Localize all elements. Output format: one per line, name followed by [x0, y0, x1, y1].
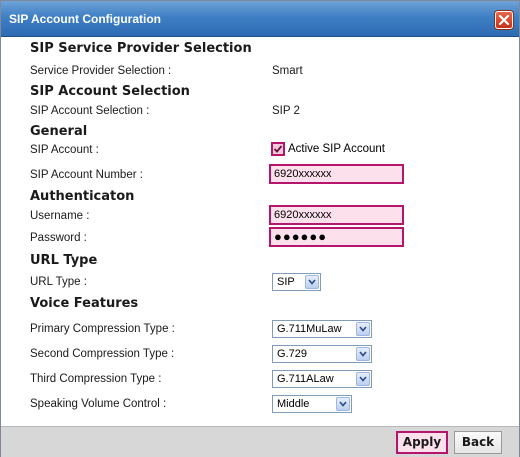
third-compression-label: Third Compression Type : [30, 373, 162, 385]
sip-account-number-label: SIP Account Number : [30, 169, 143, 181]
speaking-volume-dropdown-button[interactable] [336, 397, 350, 411]
chevron-down-icon [359, 351, 367, 357]
section-auth-title: Authenticaton [30, 189, 135, 204]
sip-account-label: SIP Account : [30, 144, 99, 156]
second-compression-label: Second Compression Type : [30, 348, 175, 360]
speaking-volume-label: Speaking Volume Control : [30, 398, 167, 410]
form-content: SIP Service Provider Selection Service P… [1, 38, 519, 426]
password-input[interactable]: ●●●●●● [269, 227, 404, 247]
third-compression-dropdown-button[interactable] [356, 372, 370, 386]
url-type-dropdown-button[interactable] [305, 275, 319, 289]
primary-compression-label: Primary Compression Type : [30, 323, 175, 335]
section-url-title: URL Type [30, 253, 98, 268]
third-compression-value: G.711ALaw [277, 373, 334, 385]
url-type-label: URL Type : [30, 276, 87, 288]
second-compression-value: G.729 [277, 348, 307, 360]
account-selection-label: SIP Account Selection : [30, 105, 150, 117]
provider-label: Service Provider Selection : [30, 65, 172, 77]
back-button[interactable]: Back [454, 431, 502, 454]
chevron-down-icon [359, 376, 367, 382]
active-sip-account-checkbox[interactable] [271, 142, 285, 156]
url-type-value: SIP [277, 276, 295, 288]
second-compression-dropdown-button[interactable] [356, 347, 370, 361]
dialog-footer: Apply Back [1, 426, 519, 457]
url-type-select[interactable]: SIP [272, 273, 321, 291]
chevron-down-icon [359, 326, 367, 332]
apply-button[interactable]: Apply [396, 431, 448, 454]
section-account-title: SIP Account Selection [30, 84, 190, 99]
window-title: SIP Account Configuration [9, 12, 161, 26]
primary-compression-dropdown-button[interactable] [356, 322, 370, 336]
sip-account-number-input[interactable]: 6920xxxxxx [269, 164, 404, 184]
provider-value: Smart [272, 65, 303, 77]
check-icon [273, 145, 283, 153]
account-selection-value: SIP 2 [272, 105, 300, 117]
second-compression-select[interactable]: G.729 [272, 345, 372, 363]
username-label: Username : [30, 210, 90, 222]
section-provider-title: SIP Service Provider Selection [30, 41, 252, 56]
speaking-volume-value: Middle [277, 398, 310, 410]
chevron-down-icon [339, 401, 347, 407]
close-icon [498, 14, 510, 26]
title-bar: SIP Account Configuration [1, 1, 519, 37]
speaking-volume-select[interactable]: Middle [272, 395, 352, 413]
password-label: Password : [30, 232, 87, 244]
username-input[interactable]: 6920xxxxxx [269, 205, 404, 225]
primary-compression-value: G.711MuLaw [277, 323, 342, 335]
third-compression-select[interactable]: G.711ALaw [272, 370, 372, 388]
active-sip-account-label: Active SIP Account [288, 143, 385, 155]
primary-compression-select[interactable]: G.711MuLaw [272, 320, 372, 338]
dialog-window: SIP Account Configuration SIP Service Pr… [0, 0, 520, 457]
section-voice-title: Voice Features [30, 296, 139, 311]
chevron-down-icon [308, 279, 316, 285]
section-general-title: General [30, 124, 88, 139]
close-button[interactable] [495, 11, 513, 29]
